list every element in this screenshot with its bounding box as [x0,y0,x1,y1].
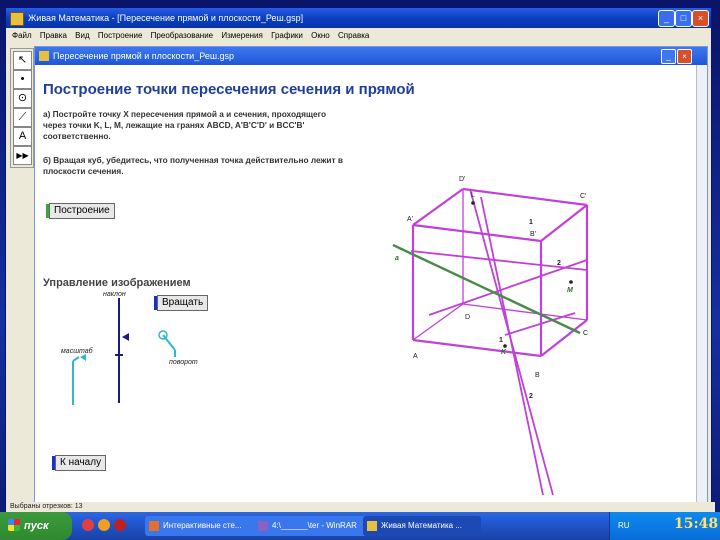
edge-B1C1 [540,204,588,242]
label-n1-top: 1 [529,219,533,226]
system-tray: RU 15:48 [609,512,720,540]
label-n2-right: 2 [557,260,561,267]
label-B: B [535,372,540,379]
vertical-scrollbar[interactable] [696,65,707,505]
start-label: пуск [24,520,49,532]
app-window: Живая Математика - [Пересечение прямой и… [5,7,715,513]
title-bar: Живая Математика - [Пересечение прямой и… [6,8,711,28]
menu-edit[interactable]: Правка [40,31,67,40]
point-tool-icon[interactable]: • [13,70,32,89]
sketch-canvas[interactable]: Построение точки пересечения сечения и п… [35,65,695,505]
menu-construct[interactable]: Построение [98,31,143,40]
menu-view[interactable]: Вид [75,31,89,40]
menu-transform[interactable]: Преобразование [151,31,213,40]
start-button[interactable]: пуск [0,512,72,540]
point-K[interactable] [503,344,507,348]
label-n2-bot: 2 [529,393,533,400]
cube-drawing[interactable] [35,65,695,505]
menu-file[interactable]: Файл [12,31,32,40]
edge-AB [412,338,542,358]
task-interactive-label: Интерактивные сте... [163,521,242,530]
window-title: Живая Математика - [Пересечение прямой и… [28,13,304,23]
label-M: M [567,287,573,294]
task-winrar-label: 4:\______\ter - WinRAR [272,521,357,530]
windows-flag-icon [8,519,20,531]
arrow-select-icon[interactable]: ↖ [13,51,32,70]
menu-measure[interactable]: Измерения [221,31,262,40]
edge-A1B1 [412,223,542,243]
menu-graph[interactable]: Графики [271,31,303,40]
label-A: A [413,353,418,360]
taskbar: пуск Интерактивные сте... 4:\______\ter … [0,512,720,540]
task-interactive-icon [149,521,159,531]
menu-help[interactable]: Справка [338,31,369,40]
label-n1-mid: 1 [499,337,503,344]
edge-A1D1 [412,188,464,226]
segment-tool-icon[interactable]: ⟋ [13,108,32,127]
task-sketchpad[interactable]: Живая Математика ... [363,516,481,536]
compass-tool-icon[interactable]: ⊙ [13,89,32,108]
task-sketchpad-label: Живая Математика ... [381,521,462,530]
label-B1: B' [530,231,537,238]
status-bar: Выбраны отрезков: 13 [6,502,715,512]
clock: 15:48 [674,516,719,532]
label-L: L [471,192,475,199]
label-C1: C' [580,193,587,200]
menu-window[interactable]: Окно [311,31,330,40]
label-C: C [583,330,589,337]
task-winrar-icon [258,521,268,531]
close-button[interactable]: × [692,10,709,27]
custom-tool-icon[interactable]: ▶▶ [13,146,32,165]
text-tool-icon[interactable]: A [13,127,32,146]
language-indicator[interactable]: RU [618,521,630,530]
section-line-2 [480,196,544,496]
task-interactive[interactable]: Интерактивные сте... [145,516,263,536]
label-K: K [501,349,507,356]
line-a [392,243,581,335]
doc-close-button[interactable]: × [677,49,692,64]
menu-bar: Файл Правка Вид Построение Преобразовани… [6,28,711,44]
quicklaunch-app-icon[interactable] [114,519,126,531]
minimize-button[interactable]: _ [658,10,675,27]
task-sketchpad-icon [367,521,377,531]
task-winrar[interactable]: 4:\______\ter - WinRAR [254,516,372,536]
edge-AD [412,303,464,341]
document-title: Пересечение прямой и плоскости_Реш.gsp [53,51,235,61]
maximize-button[interactable]: □ [675,10,692,27]
doc-minimize-button[interactable]: _ [661,49,676,64]
label-a: a [395,255,399,262]
quicklaunch-browser-icon[interactable] [82,519,94,531]
document-title-bar: Пересечение прямой и плоскости_Реш.gsp _… [35,47,707,65]
quicklaunch-media-icon[interactable] [98,519,110,531]
section-line-5 [428,259,588,316]
document-icon [39,51,49,61]
label-D1: D' [459,176,466,183]
point-L[interactable] [471,201,475,205]
toolbox: ↖ • ⊙ ⟋ A ▶▶ [10,48,34,168]
document-window: Пересечение прямой и плоскости_Реш.gsp _… [34,46,708,506]
label-D: D [465,314,471,321]
label-A1: A' [407,216,414,223]
app-icon [10,12,24,26]
point-M[interactable] [569,280,573,284]
